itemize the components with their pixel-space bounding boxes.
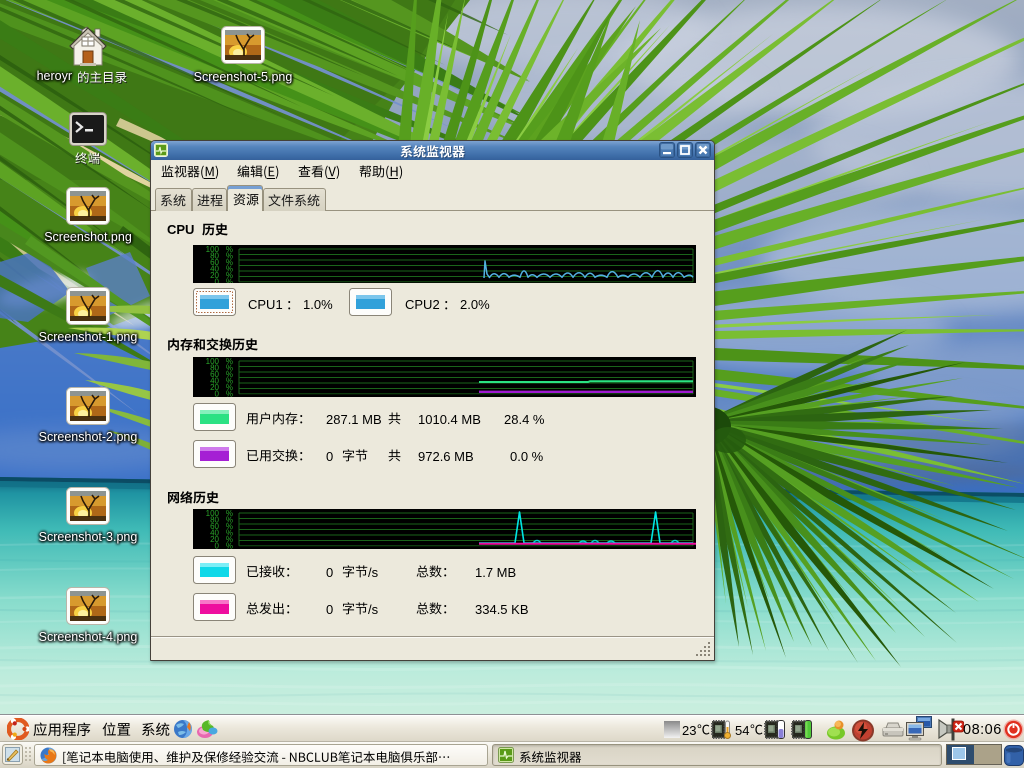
svg-text:%: % bbox=[226, 390, 233, 397]
svg-text:%: % bbox=[226, 278, 233, 283]
svg-text:0: 0 bbox=[215, 542, 220, 549]
svg-text:0: 0 bbox=[215, 278, 220, 283]
svg-text:%: % bbox=[226, 542, 233, 549]
svg-text:0: 0 bbox=[215, 390, 220, 397]
